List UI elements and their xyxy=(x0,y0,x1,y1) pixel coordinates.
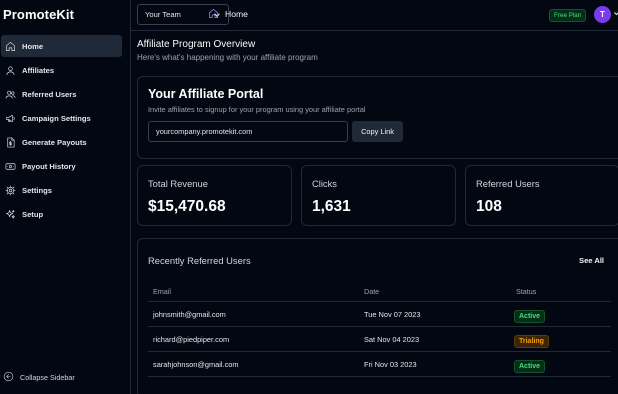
sidebar-item-label: Payout History xyxy=(22,161,76,171)
column-header-email: Email xyxy=(153,287,171,296)
main-content: Affiliate Program Overview Here's what's… xyxy=(131,31,618,394)
row-email: richard@piedpiper.com xyxy=(153,335,230,344)
status-badge: Trialing xyxy=(514,335,549,348)
stat-card-referred-users: Referred Users 108 xyxy=(465,165,618,226)
app-logo[interactable]: PromoteKit xyxy=(3,7,74,22)
stat-value: 108 xyxy=(476,198,502,215)
status-badge: Active xyxy=(514,360,546,373)
portal-url-field[interactable]: yourcompany.promotekit.com xyxy=(148,121,348,142)
avatar[interactable]: T xyxy=(594,6,611,23)
sidebar-item-label: Affiliates xyxy=(22,65,55,75)
sidebar-item-label: Generate Payouts xyxy=(22,137,87,147)
sidebar-item-label: Home xyxy=(22,41,44,51)
row-date: Fri Nov 03 2023 xyxy=(364,360,417,369)
recent-title: Recently Referred Users xyxy=(148,255,251,266)
recent-referred-users-card: Recently Referred Users See All Email Da… xyxy=(137,238,618,394)
portal-title: Your Affiliate Portal xyxy=(148,87,264,101)
sidebar-item-label: Settings xyxy=(22,185,52,195)
collapse-sidebar-button[interactable]: Collapse Sidebar xyxy=(3,371,75,383)
dollar-file-icon xyxy=(4,136,16,148)
row-date: Tue Nov 07 2023 xyxy=(364,310,421,319)
row-date: Sat Nov 04 2023 xyxy=(364,335,420,344)
table-row[interactable]: richard@piedpiper.com Sat Nov 04 2023 Tr… xyxy=(148,327,611,352)
column-header-status: Status xyxy=(516,287,537,296)
stat-label: Clicks xyxy=(312,178,337,189)
sparkles-icon xyxy=(4,208,16,220)
home-icon xyxy=(4,40,16,52)
sidebar-item-referred-users[interactable]: Referred Users xyxy=(1,83,122,105)
collapse-sidebar-label: Collapse Sidebar xyxy=(20,372,75,382)
stat-label: Total Revenue xyxy=(148,178,208,189)
see-all-link[interactable]: See All xyxy=(579,256,604,265)
sidebar-nav: Home Affiliates Referred Users Campaign … xyxy=(0,35,131,227)
row-email: johnsmith@gmail.com xyxy=(153,310,226,319)
home-icon xyxy=(209,9,218,18)
table-row[interactable]: johnsmith@gmail.com Tue Nov 07 2023 Acti… xyxy=(148,302,611,327)
table-row[interactable]: sarahjohnson@gmail.com Fri Nov 03 2023 A… xyxy=(148,352,611,377)
plan-badge[interactable]: Free Plan xyxy=(549,9,587,22)
referred-users-table: Email Date Status johnsmith@gmail.com Tu… xyxy=(148,279,611,377)
team-select-value: Your Team xyxy=(145,10,181,19)
stat-value: 1,631 xyxy=(312,198,351,215)
banknote-icon xyxy=(4,160,16,172)
stat-card-clicks: Clicks 1,631 xyxy=(301,165,456,226)
page-subtitle: Here's what's happening with your affili… xyxy=(137,53,318,62)
status-badge: Active xyxy=(514,310,546,323)
breadcrumb[interactable]: Home xyxy=(208,8,248,19)
topbar: Your Team Home Free Plan T xyxy=(131,0,618,31)
megaphone-icon xyxy=(4,112,16,124)
users-icon xyxy=(4,88,16,100)
sidebar-item-campaign-settings[interactable]: Campaign Settings xyxy=(1,107,122,129)
arrow-left-circle-icon xyxy=(3,371,15,383)
chevron-down-icon[interactable] xyxy=(613,10,618,17)
gear-icon xyxy=(4,184,16,196)
affiliate-portal-card: Your Affiliate Portal Invite affiliates … xyxy=(137,76,618,159)
user-icon xyxy=(4,64,16,76)
stat-card-total-revenue: Total Revenue $15,470.68 xyxy=(137,165,292,226)
sidebar-item-label: Campaign Settings xyxy=(22,113,91,123)
sidebar-item-setup[interactable]: Setup xyxy=(1,203,122,225)
portal-description: Invite affiliates to signup for your pro… xyxy=(148,105,366,114)
table-header: Email Date Status xyxy=(148,279,611,302)
sidebar: PromoteKit Home Affiliates Referred User… xyxy=(0,0,131,394)
sidebar-item-label: Referred Users xyxy=(22,89,77,99)
sidebar-item-affiliates[interactable]: Affiliates xyxy=(1,59,122,81)
page-title: Affiliate Program Overview xyxy=(137,39,256,50)
sidebar-item-settings[interactable]: Settings xyxy=(1,179,122,201)
copy-link-button[interactable]: Copy Link xyxy=(352,121,403,142)
breadcrumb-label: Home xyxy=(225,8,248,19)
column-header-date: Date xyxy=(364,287,380,296)
portal-url-value: yourcompany.promotekit.com xyxy=(156,127,253,136)
sidebar-item-payout-history[interactable]: Payout History xyxy=(1,155,122,177)
stat-value: $15,470.68 xyxy=(148,198,226,215)
row-email: sarahjohnson@gmail.com xyxy=(153,360,239,369)
sidebar-item-generate-payouts[interactable]: Generate Payouts xyxy=(1,131,122,153)
sidebar-item-label: Setup xyxy=(22,209,44,219)
sidebar-item-home[interactable]: Home xyxy=(1,35,122,57)
stat-label: Referred Users xyxy=(476,178,540,189)
